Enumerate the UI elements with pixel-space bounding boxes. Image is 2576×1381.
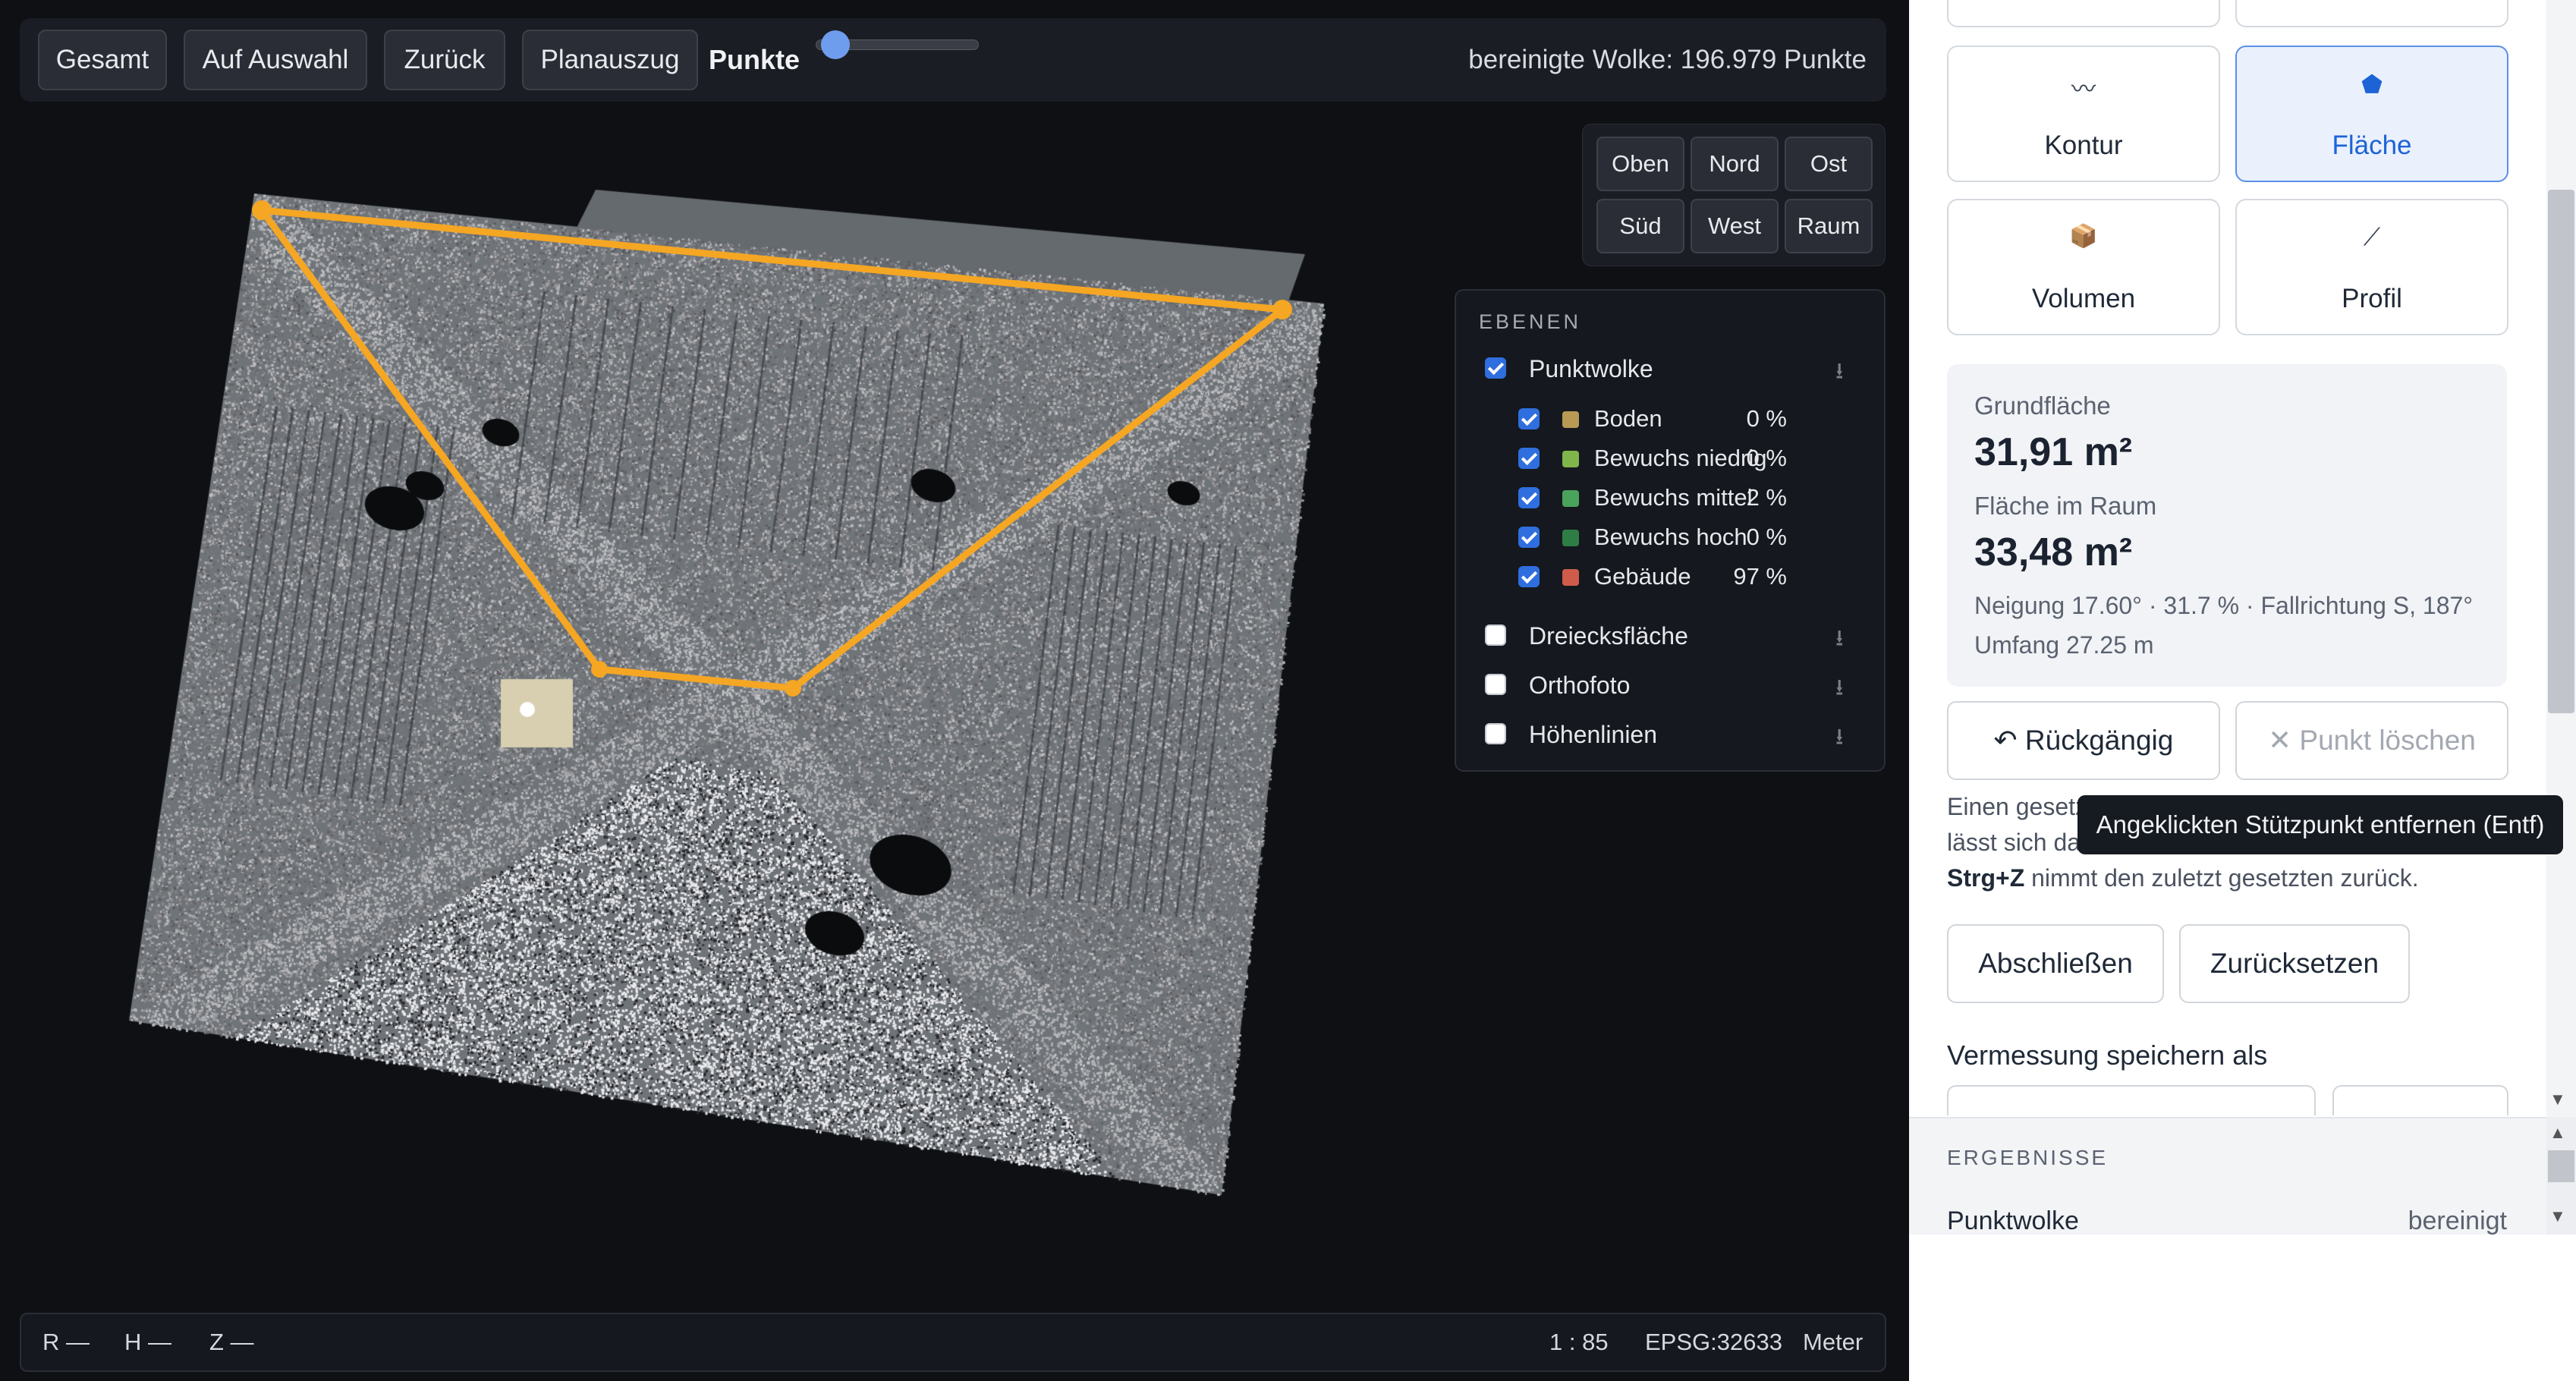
class-checkbox-low-vegetation[interactable]	[1518, 448, 1540, 469]
results-title: ERGEBNISSE	[1947, 1146, 2109, 1169]
help-line-3-text: nimmt den zuletzt gesetzten zurück.	[2024, 864, 2419, 892]
ground-area-label: Grundfläche	[1974, 392, 2111, 420]
class-percent: 0 %	[1746, 524, 1787, 550]
triangle-surface-label: Dreiecksfläche	[1529, 622, 1688, 650]
view-south-button[interactable]: Süd	[1596, 199, 1684, 253]
pointcloud-checkbox[interactable]	[1485, 357, 1506, 379]
zoom-selection-button[interactable]: Auf Auswahl	[184, 30, 367, 90]
tool-label: Volumen	[2031, 284, 2136, 313]
plan-extract-button[interactable]: Planauszug	[522, 30, 698, 90]
help-line-3: Strg+Z nimmt den zuletzt gesetzten zurüc…	[1947, 860, 2508, 896]
class-swatch	[1562, 411, 1579, 428]
back-button[interactable]: Zurück	[384, 30, 505, 90]
tool-profile[interactable]: ⟋ Profil	[2235, 199, 2508, 335]
class-checkbox-high-vegetation[interactable]	[1518, 527, 1540, 548]
contour-lines-checkbox[interactable]	[1485, 723, 1506, 744]
tool-card-hidden[interactable]	[1947, 0, 2220, 27]
view-top-button[interactable]: Oben	[1596, 137, 1684, 191]
class-checkbox-building[interactable]	[1518, 566, 1540, 587]
coord-h: H —	[124, 1329, 171, 1355]
class-swatch	[1562, 490, 1579, 507]
results-row-label: Punktwolke	[1947, 1206, 2079, 1235]
class-swatch	[1562, 451, 1579, 467]
vertex-handle[interactable]	[785, 680, 801, 697]
tool-area[interactable]: ⬟ Fläche	[2235, 46, 2508, 182]
orthophoto-label: Orthofoto	[1529, 672, 1631, 699]
epsg-readout: EPSG:32633	[1645, 1329, 1782, 1355]
tool-label: Profil	[2342, 284, 2402, 313]
scroll-down-icon[interactable]: ▼	[2549, 1090, 2566, 1109]
results-row-value: bereinigt	[2408, 1206, 2507, 1235]
cloud-status: bereinigte Wolke: 196.979 Punkte	[1468, 45, 1867, 74]
view-east-button[interactable]: Ost	[1785, 137, 1873, 191]
save-section-heading: Vermessung speichern als	[1947, 1040, 2268, 1071]
tool-contour[interactable]: 〰 Kontur	[1947, 46, 2220, 182]
class-percent: 0 %	[1746, 405, 1787, 432]
volume-icon: 📦	[2069, 224, 2098, 249]
zoom-all-button[interactable]: Gesamt	[38, 30, 167, 90]
orthophoto-checkbox[interactable]	[1485, 674, 1506, 695]
slope-info: Neigung 17.60° · 31.7 % · Fallrichtung S…	[1974, 592, 2474, 619]
class-percent: 0 %	[1746, 445, 1787, 471]
save-name-input[interactable]	[1947, 1085, 2316, 1115]
points-slider-thumb[interactable]	[821, 30, 850, 59]
view-west-button[interactable]: West	[1691, 199, 1779, 253]
area-icon: ⬟	[2361, 71, 2383, 98]
view-direction-pad: Oben Nord Ost Süd West Raum	[1582, 124, 1886, 266]
layers-panel: EBENEN Punktwolke ⭳ Boden 0 % Bewuchs ni…	[1455, 289, 1886, 772]
perimeter-info: Umfang 27.25 m	[1974, 631, 2154, 659]
delete-point-tooltip: Angeklickten Stützpunkt entfernen (Entf)	[2077, 795, 2563, 854]
points-label: Punkte	[709, 44, 800, 75]
status-bar: R — H — Z — 1 : 85 EPSG:32633 Meter	[20, 1313, 1886, 1372]
view-3d-button[interactable]: Raum	[1785, 199, 1873, 253]
reset-button[interactable]: Zurücksetzen	[2179, 924, 2410, 1003]
class-swatch	[1562, 530, 1579, 546]
shortcut-key: Strg+Z	[1947, 864, 2025, 892]
download-icon[interactable]: ⭳	[1835, 354, 1844, 393]
class-label: Boden	[1594, 405, 1662, 432]
layers-title: EBENEN	[1479, 310, 1582, 333]
download-icon[interactable]: ⭳	[1835, 671, 1844, 709]
finish-button[interactable]: Abschließen	[1947, 924, 2164, 1003]
class-checkbox-medium-vegetation[interactable]	[1518, 487, 1540, 508]
class-swatch	[1562, 569, 1579, 586]
space-area-value: 33,48 m²	[1974, 530, 2133, 574]
save-type-select[interactable]	[2332, 1085, 2508, 1115]
tool-label: Fläche	[2332, 131, 2412, 160]
download-icon[interactable]: ⭳	[1835, 720, 1844, 759]
class-percent: 97 %	[1733, 563, 1787, 590]
results-panel: ERGEBNISSE Punktwolke bereinigt	[1909, 1117, 2576, 1235]
undo-button[interactable]: ↶ Rückgängig	[1947, 701, 2220, 780]
panel-scrollbar-thumb[interactable]	[2548, 190, 2574, 713]
download-icon[interactable]: ⭳	[1835, 621, 1844, 660]
tool-volume[interactable]: 📦 Volumen	[1947, 199, 2220, 335]
contour-icon: 〰	[2071, 75, 2096, 102]
vertex-handle[interactable]	[591, 661, 608, 678]
coord-z: Z —	[209, 1329, 254, 1355]
contour-lines-label: Höhenlinien	[1529, 721, 1658, 748]
triangle-surface-checkbox[interactable]	[1485, 624, 1506, 646]
scroll-up-icon[interactable]: ▲	[2549, 1123, 2566, 1143]
ground-area-value: 31,91 m²	[1974, 430, 2133, 474]
tool-card-hidden[interactable]	[2235, 0, 2508, 27]
area-outline	[258, 206, 1286, 692]
class-checkbox-ground[interactable]	[1518, 408, 1540, 429]
results-scrollbar-thumb[interactable]	[2548, 1150, 2574, 1182]
view-north-button[interactable]: Nord	[1691, 137, 1779, 191]
profile-icon: ⟋	[2363, 223, 2381, 250]
unit-readout: Meter	[1803, 1329, 1864, 1355]
vertex-handle[interactable]	[1272, 300, 1292, 319]
measurement-results: Grundfläche 31,91 m² Fläche im Raum 33,4…	[1947, 364, 2507, 687]
class-percent: 2 %	[1746, 484, 1787, 511]
space-area-label: Fläche im Raum	[1974, 492, 2157, 520]
vertex-handle[interactable]	[252, 200, 272, 220]
coord-r: R —	[42, 1329, 90, 1355]
scale-readout: 1 : 85	[1549, 1329, 1609, 1355]
pointcloud-label: Punktwolke	[1529, 355, 1653, 382]
class-label: Gebäude	[1594, 563, 1691, 590]
point-cloud-viewer[interactable]: Gesamt Auf Auswahl Zurück Planauszug Pun…	[0, 0, 1909, 1381]
delete-point-button[interactable]: ✕ Punkt löschen	[2235, 701, 2508, 780]
scroll-down-icon[interactable]: ▼	[2549, 1206, 2566, 1226]
tool-label: Kontur	[2044, 131, 2123, 160]
